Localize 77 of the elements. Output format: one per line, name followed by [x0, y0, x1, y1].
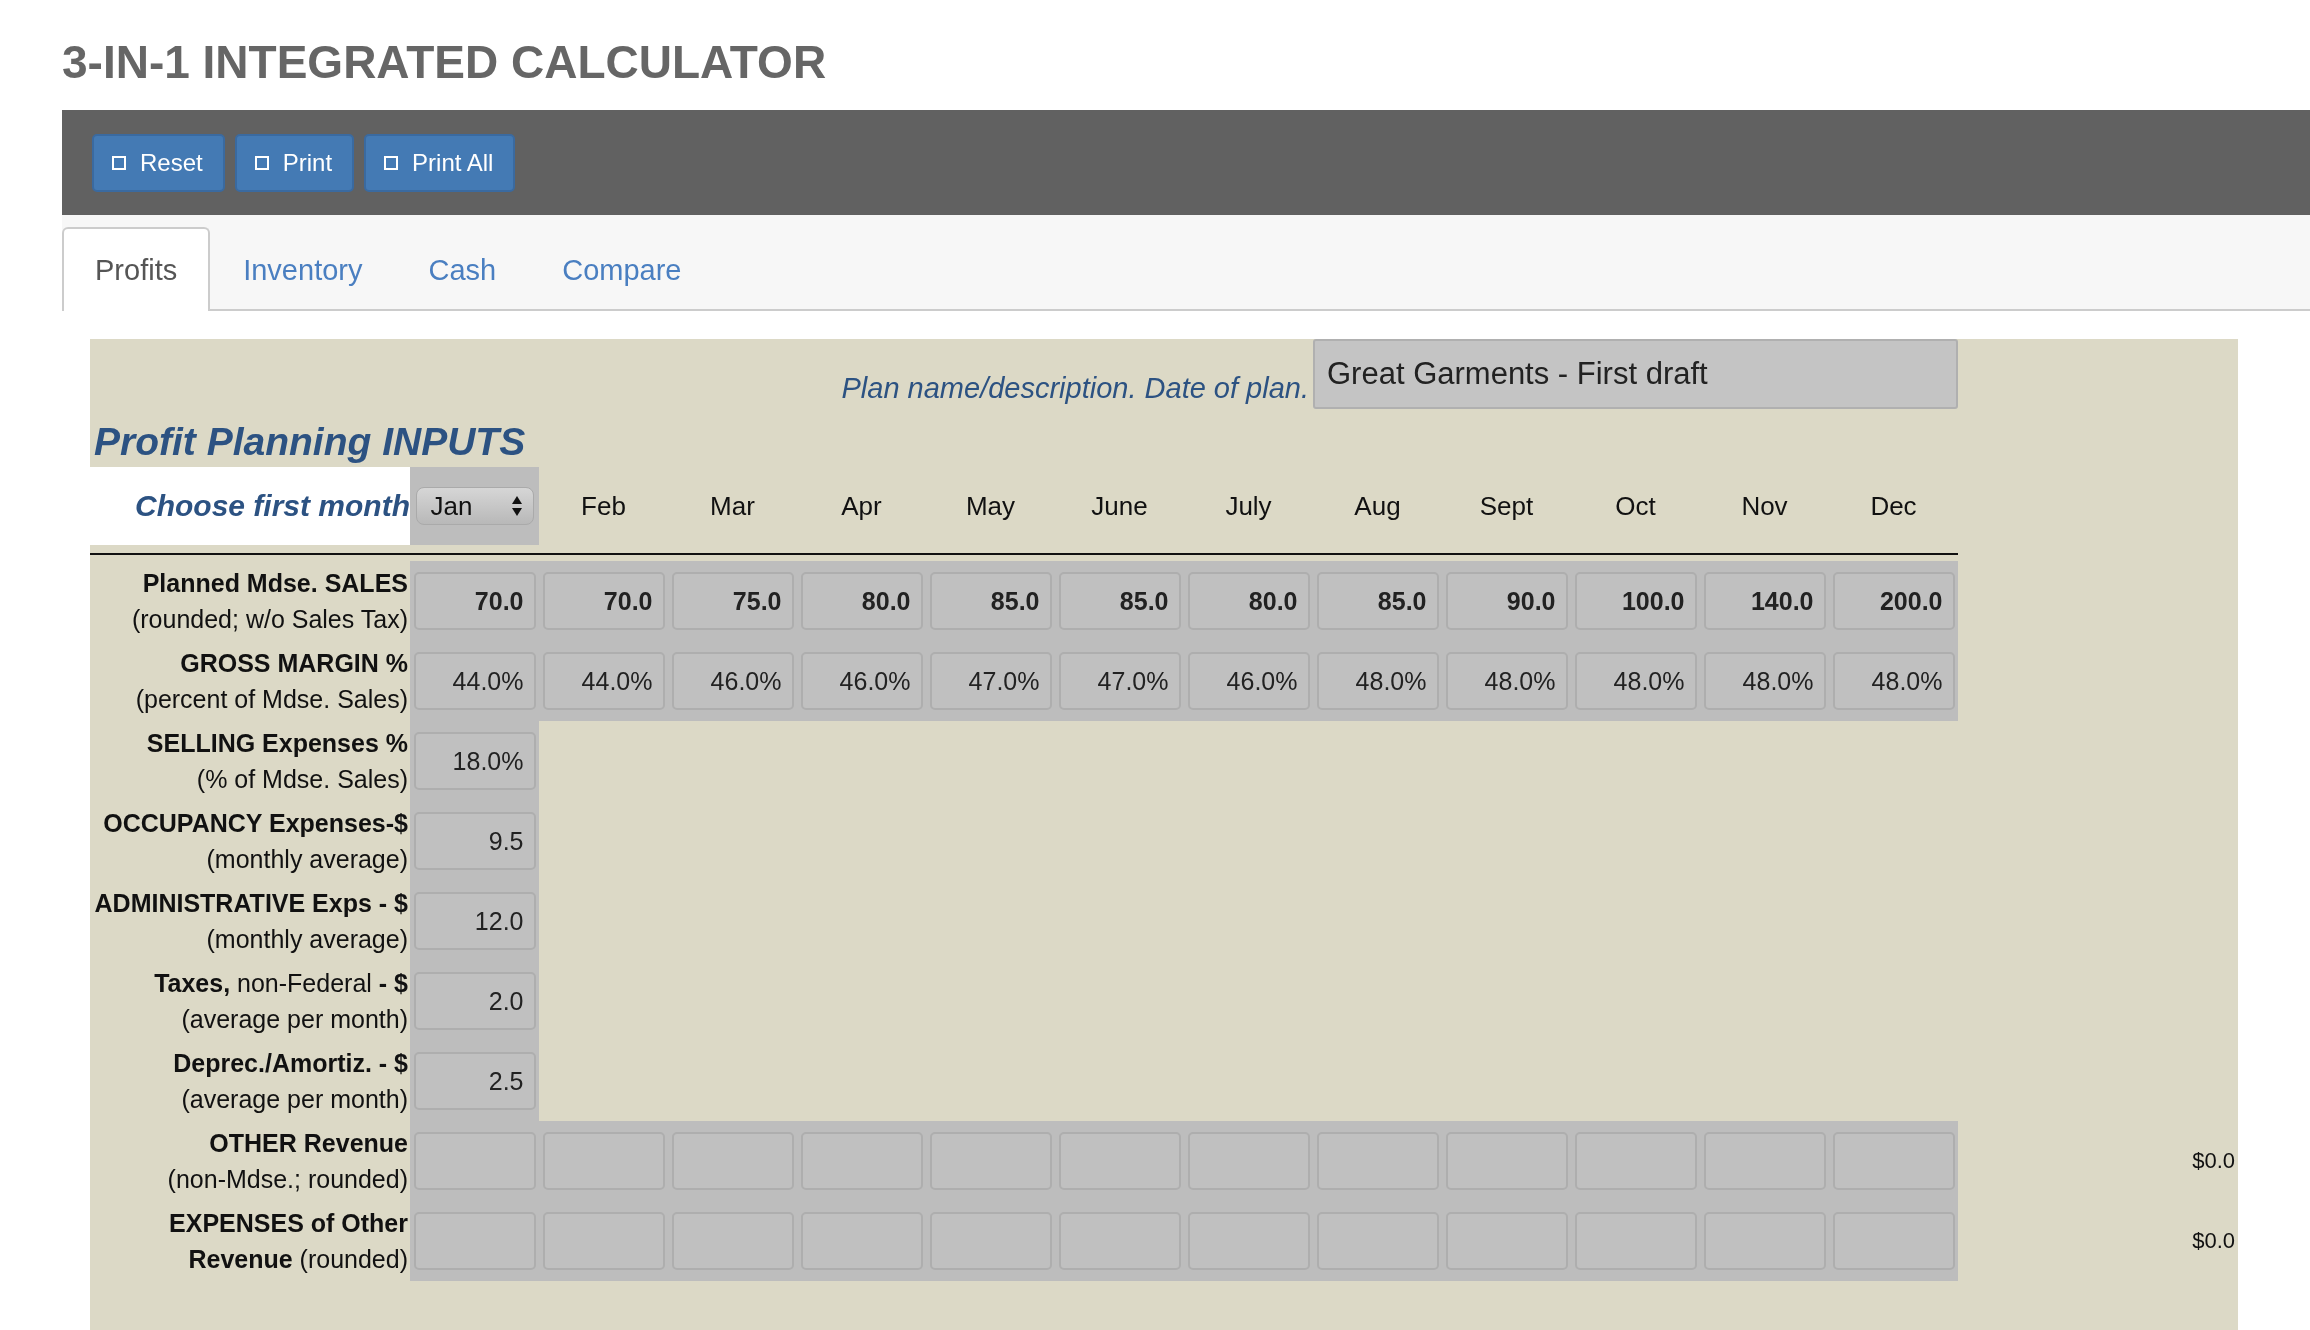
row-label: OTHER Revenue — [209, 1128, 408, 1159]
value-field[interactable]: 9.5 — [413, 812, 536, 870]
value-field[interactable]: 200.0 — [1832, 572, 1955, 630]
value-field[interactable]: 46.0% — [1187, 652, 1310, 710]
row-label: EXPENSES of Other — [169, 1208, 408, 1239]
value-field[interactable]: 47.0% — [1058, 652, 1181, 710]
value-field[interactable]: 85.0 — [929, 572, 1052, 630]
row-note: (average per month) — [181, 1084, 408, 1115]
value-field[interactable]: 80.0 — [1187, 572, 1310, 630]
row-total: $0.0 — [2191, 1148, 2236, 1174]
value-field[interactable]: 48.0% — [1316, 652, 1439, 710]
value-field[interactable]: 18.0% — [413, 732, 536, 790]
value-field[interactable]: 75.0 — [671, 572, 794, 630]
month-header: Feb — [580, 490, 627, 522]
row-label: ADMINISTRATIVE Exps - $ — [94, 888, 408, 919]
value-field[interactable]: 70.0 — [413, 572, 536, 630]
value-field[interactable]: 140.0 — [1703, 572, 1826, 630]
month-header: Oct — [1614, 490, 1657, 522]
value-field[interactable]: 46.0% — [671, 652, 794, 710]
value-field[interactable]: 80.0 — [800, 572, 923, 630]
row-total: $0.0 — [2191, 1228, 2236, 1254]
tab[interactable]: Compare — [529, 227, 715, 311]
section-title: Profit Planning INPUTS — [93, 419, 527, 465]
value-field[interactable]: 46.0% — [800, 652, 923, 710]
value-field[interactable]: 90.0 — [1445, 572, 1568, 630]
value-field[interactable]: 44.0% — [542, 652, 665, 710]
month-header: Nov — [1740, 490, 1789, 522]
square-icon — [384, 155, 399, 170]
row-note: (monthly average) — [206, 844, 408, 875]
row-note: (monthly average) — [206, 924, 408, 955]
value-field[interactable]: 48.0% — [1703, 652, 1826, 710]
month-header: June — [1090, 490, 1149, 522]
square-icon — [254, 155, 269, 170]
tab[interactable]: Inventory — [210, 227, 396, 311]
row-label: Planned Mdse. SALES — [142, 568, 408, 599]
value-field[interactable]: 100.0 — [1574, 572, 1697, 630]
month-header: Apr — [840, 490, 883, 522]
page-title: 3-IN-1 INTEGRATED CALCULATOR — [61, 35, 828, 90]
plan-label: Plan name/description. Date of plan. — [840, 372, 1310, 406]
value-field[interactable]: 47.0% — [929, 652, 1052, 710]
toolbar-button[interactable]: Print All — [364, 133, 516, 192]
month-header: Aug — [1353, 490, 1402, 522]
month-header: Mar — [709, 490, 756, 522]
value-field[interactable]: 70.0 — [542, 572, 665, 630]
value-field[interactable]: 2.0 — [413, 972, 536, 1030]
row-note: (rounded; w/o Sales Tax) — [131, 604, 408, 635]
month-header: Sept — [1478, 490, 1535, 522]
month-header: Dec — [1869, 490, 1918, 522]
row-label: SELLING Expenses % — [146, 728, 408, 759]
tab[interactable]: Cash — [395, 227, 530, 311]
month-select[interactable]: Jan — [415, 487, 534, 525]
updown-icon — [510, 495, 523, 517]
value-field[interactable]: 48.0% — [1574, 652, 1697, 710]
row-note: (percent of Mdse. Sales) — [135, 684, 408, 715]
month-header: July — [1224, 490, 1273, 522]
choose-month-label: Choose first month — [90, 467, 410, 545]
row-label: Deprec./Amortiz. - $ — [173, 1048, 408, 1079]
value-field[interactable]: 2.5 — [413, 1052, 536, 1110]
value-field[interactable]: 12.0 — [413, 892, 536, 950]
tab[interactable]: Profits — [62, 227, 211, 311]
value-field[interactable]: 44.0% — [413, 652, 536, 710]
value-field[interactable]: 85.0 — [1316, 572, 1439, 630]
value-field[interactable]: 85.0 — [1058, 572, 1181, 630]
row-note: (% of Mdse. Sales) — [196, 764, 408, 795]
value-field[interactable]: 48.0% — [1832, 652, 1955, 710]
toolbar-button[interactable]: Print — [234, 133, 355, 192]
row-note: Revenue (rounded) — [188, 1244, 408, 1275]
square-icon — [112, 155, 126, 170]
row-note: (average per month) — [181, 1004, 408, 1035]
row-label: OCCUPANCY Expenses-$ — [103, 808, 408, 839]
plan-name-field[interactable]: Great Garments - First draft — [1313, 339, 1958, 409]
value-field[interactable]: 48.0% — [1445, 652, 1568, 710]
row-label: GROSS MARGIN % — [180, 648, 408, 679]
row-label: Taxes, non-Federal - $ — [154, 968, 408, 999]
row-note: (non-Mdse.; rounded) — [167, 1164, 408, 1195]
month-header: May — [964, 490, 1017, 522]
toolbar-button[interactable]: Reset — [92, 133, 225, 192]
